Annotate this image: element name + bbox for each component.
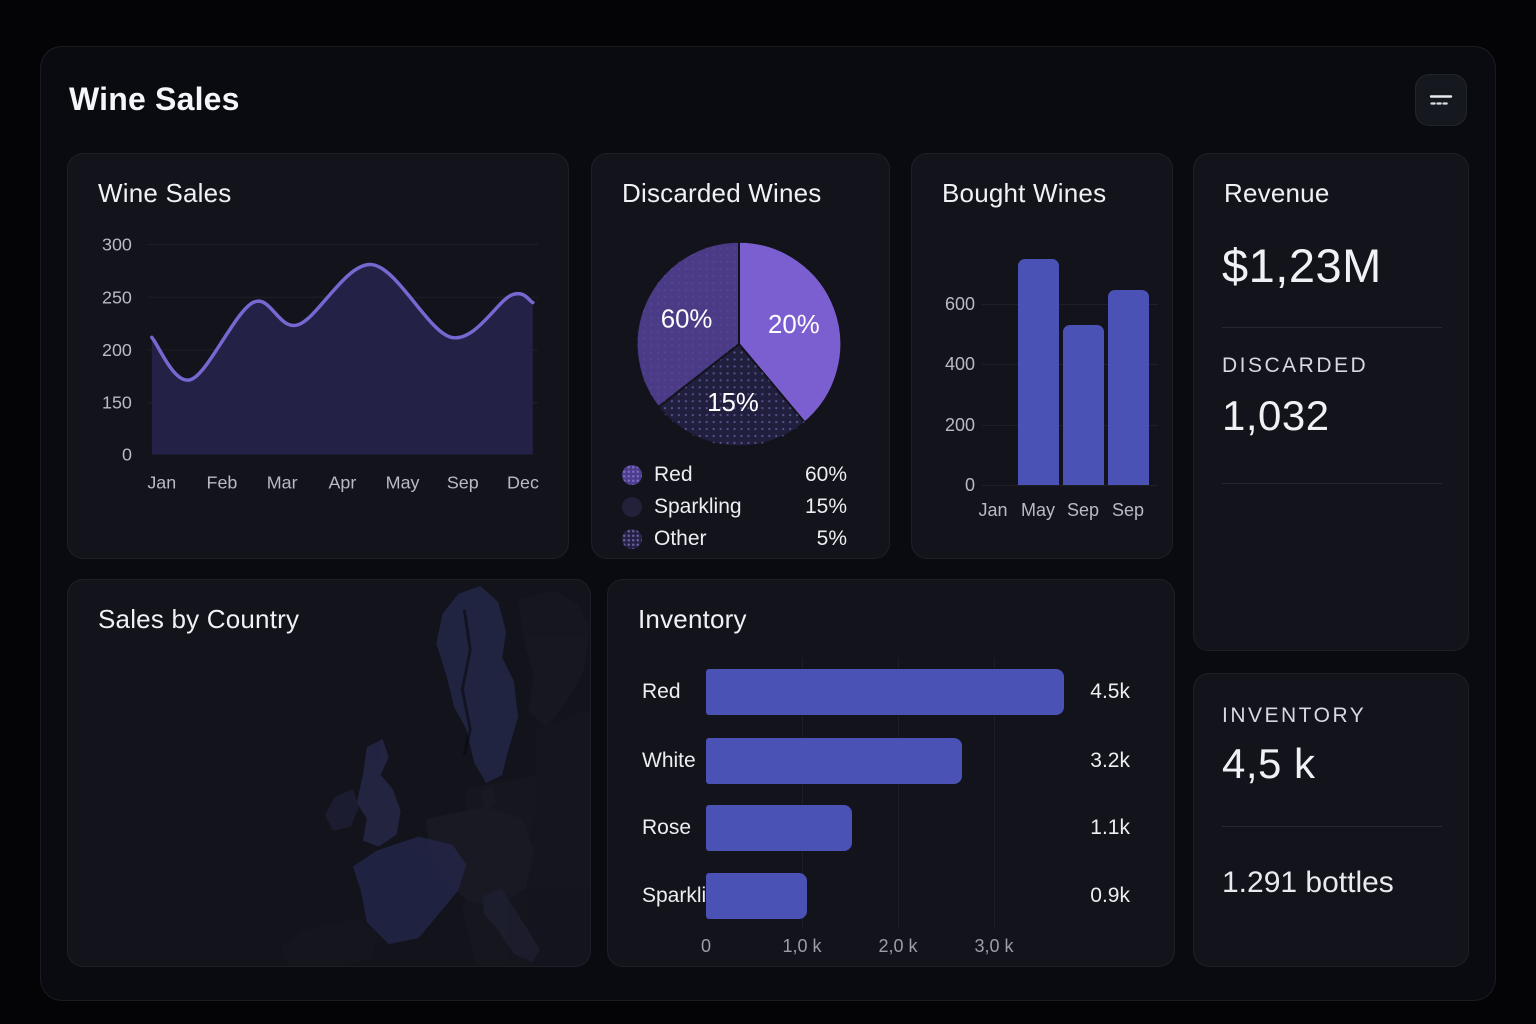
legend-row: Other 5% bbox=[622, 526, 861, 552]
x-tick-label: Feb bbox=[207, 472, 238, 492]
bar-rose bbox=[706, 805, 852, 851]
card-title: Bought Wines bbox=[942, 178, 1106, 209]
y-tick-label: 600 bbox=[920, 294, 975, 314]
x-tick-label: 1,0 k bbox=[767, 936, 837, 956]
y-tick-label: 150 bbox=[102, 393, 132, 413]
bar-white bbox=[706, 738, 962, 784]
x-tick-label: Sep bbox=[1102, 500, 1154, 520]
card-discarded-wines: Discarded Wines 20%15%60% Red60%Sparklin… bbox=[591, 153, 890, 559]
discarded-value: 1,032 bbox=[1222, 392, 1330, 440]
legend-row: Red 60% bbox=[622, 462, 861, 488]
x-tick-label: Sep bbox=[447, 472, 479, 492]
filter-lines-icon bbox=[1427, 88, 1455, 112]
legend-swatch bbox=[622, 529, 642, 549]
legend-swatch bbox=[622, 465, 642, 485]
europe-map bbox=[68, 580, 590, 966]
legend-swatch bbox=[622, 497, 642, 517]
legend-label: Sparkling bbox=[654, 495, 742, 519]
bar-sep bbox=[1108, 290, 1149, 485]
x-tick-label: Mar bbox=[267, 472, 298, 492]
inventory-hbar-chart: Red4.5kWhite3.2kRose1.1kSparkling0.9k01,… bbox=[608, 580, 1174, 966]
card-title: Sales by Country bbox=[98, 604, 299, 635]
divider bbox=[1222, 826, 1442, 827]
filter-button[interactable] bbox=[1415, 74, 1467, 126]
card-title: Revenue bbox=[1224, 178, 1329, 209]
revenue-value: $1,23M bbox=[1222, 238, 1382, 293]
card-title: Discarded Wines bbox=[622, 178, 822, 209]
card-title: Wine Sales bbox=[98, 178, 232, 209]
legend-row: Sparkling 15% bbox=[622, 494, 861, 520]
x-tick-label: May bbox=[386, 472, 420, 492]
bar-may bbox=[1018, 259, 1059, 485]
divider bbox=[1222, 483, 1442, 484]
divider bbox=[1222, 327, 1442, 328]
card-wine-sales-chart: Wine Sales 300 250 200 150 0 Jan Feb Mar Apr May S… bbox=[67, 153, 569, 559]
y-tick-label: 400 bbox=[920, 354, 975, 374]
y-tick-label: 300 bbox=[102, 235, 132, 255]
inventory-value: 4,5 k bbox=[1222, 740, 1316, 788]
inventory-label: INVENTORY bbox=[1222, 704, 1366, 728]
row-value-rose: 1.1k bbox=[1030, 815, 1130, 841]
bar-red bbox=[706, 669, 1064, 715]
row-value-red: 4.5k bbox=[1030, 679, 1130, 705]
page-title: Wine Sales bbox=[69, 81, 240, 118]
pie-legend: Red 60% Sparkling 15% Other 5% bbox=[592, 154, 889, 558]
legend-value: 5% bbox=[817, 527, 861, 551]
row-label-red: Red bbox=[642, 679, 681, 705]
row-value-sparkling: 0.9k bbox=[1030, 883, 1130, 909]
x-tick-label: 2,0 k bbox=[863, 936, 933, 956]
x-tick-label: Apr bbox=[328, 472, 356, 492]
card-title: Inventory bbox=[638, 604, 747, 635]
bought-wines-bar-chart: 6004002000JanMaySepSep bbox=[912, 154, 1172, 558]
y-tick-label: 0 bbox=[920, 475, 975, 495]
bottles-value: 1.291 bottles bbox=[1222, 866, 1394, 900]
y-tick-label: 250 bbox=[102, 287, 132, 307]
card-sales-by-country: Sales by Country bbox=[67, 579, 591, 967]
row-label-white: White bbox=[642, 748, 696, 774]
card-bought-wines: Bought Wines 6004002000JanMaySepSep bbox=[911, 153, 1173, 559]
gridline bbox=[982, 485, 1158, 486]
bar-sparkling bbox=[706, 873, 807, 919]
x-tick-label: Jan bbox=[147, 472, 176, 492]
bar-sep bbox=[1063, 325, 1104, 485]
legend-value: 15% bbox=[805, 495, 861, 519]
card-inventory-stat: INVENTORY 4,5 k 1.291 bottles bbox=[1193, 673, 1469, 967]
legend-label: Red bbox=[654, 463, 693, 487]
x-tick-label: 3,0 k bbox=[959, 936, 1029, 956]
dashboard-page: { "page": { "title": "Wine Sales" }, "co… bbox=[0, 0, 1536, 1024]
y-tick-label: 0 bbox=[122, 444, 132, 464]
card-revenue: Revenue $1,23M DISCARDED 1,032 bbox=[1193, 153, 1469, 651]
legend-label: Other bbox=[654, 527, 707, 551]
legend-value: 60% bbox=[805, 463, 861, 487]
x-tick-label: 0 bbox=[671, 936, 741, 956]
discarded-label: DISCARDED bbox=[1222, 354, 1368, 378]
y-tick-label: 200 bbox=[102, 340, 132, 360]
y-tick-label: 200 bbox=[920, 415, 975, 435]
row-value-white: 3.2k bbox=[1030, 748, 1130, 774]
card-inventory-chart: Inventory Red4.5kWhite3.2kRose1.1kSparkl… bbox=[607, 579, 1175, 967]
wine-sales-area-chart: 300 250 200 150 0 Jan Feb Mar Apr May Sep Dec bbox=[68, 154, 568, 558]
row-label-rose: Rose bbox=[642, 815, 691, 841]
dashboard-panel: Wine Sales Wine Sales 300 250 200 150 0 Jan Fe… bbox=[40, 46, 1496, 1001]
x-tick-label: Dec bbox=[507, 472, 539, 492]
